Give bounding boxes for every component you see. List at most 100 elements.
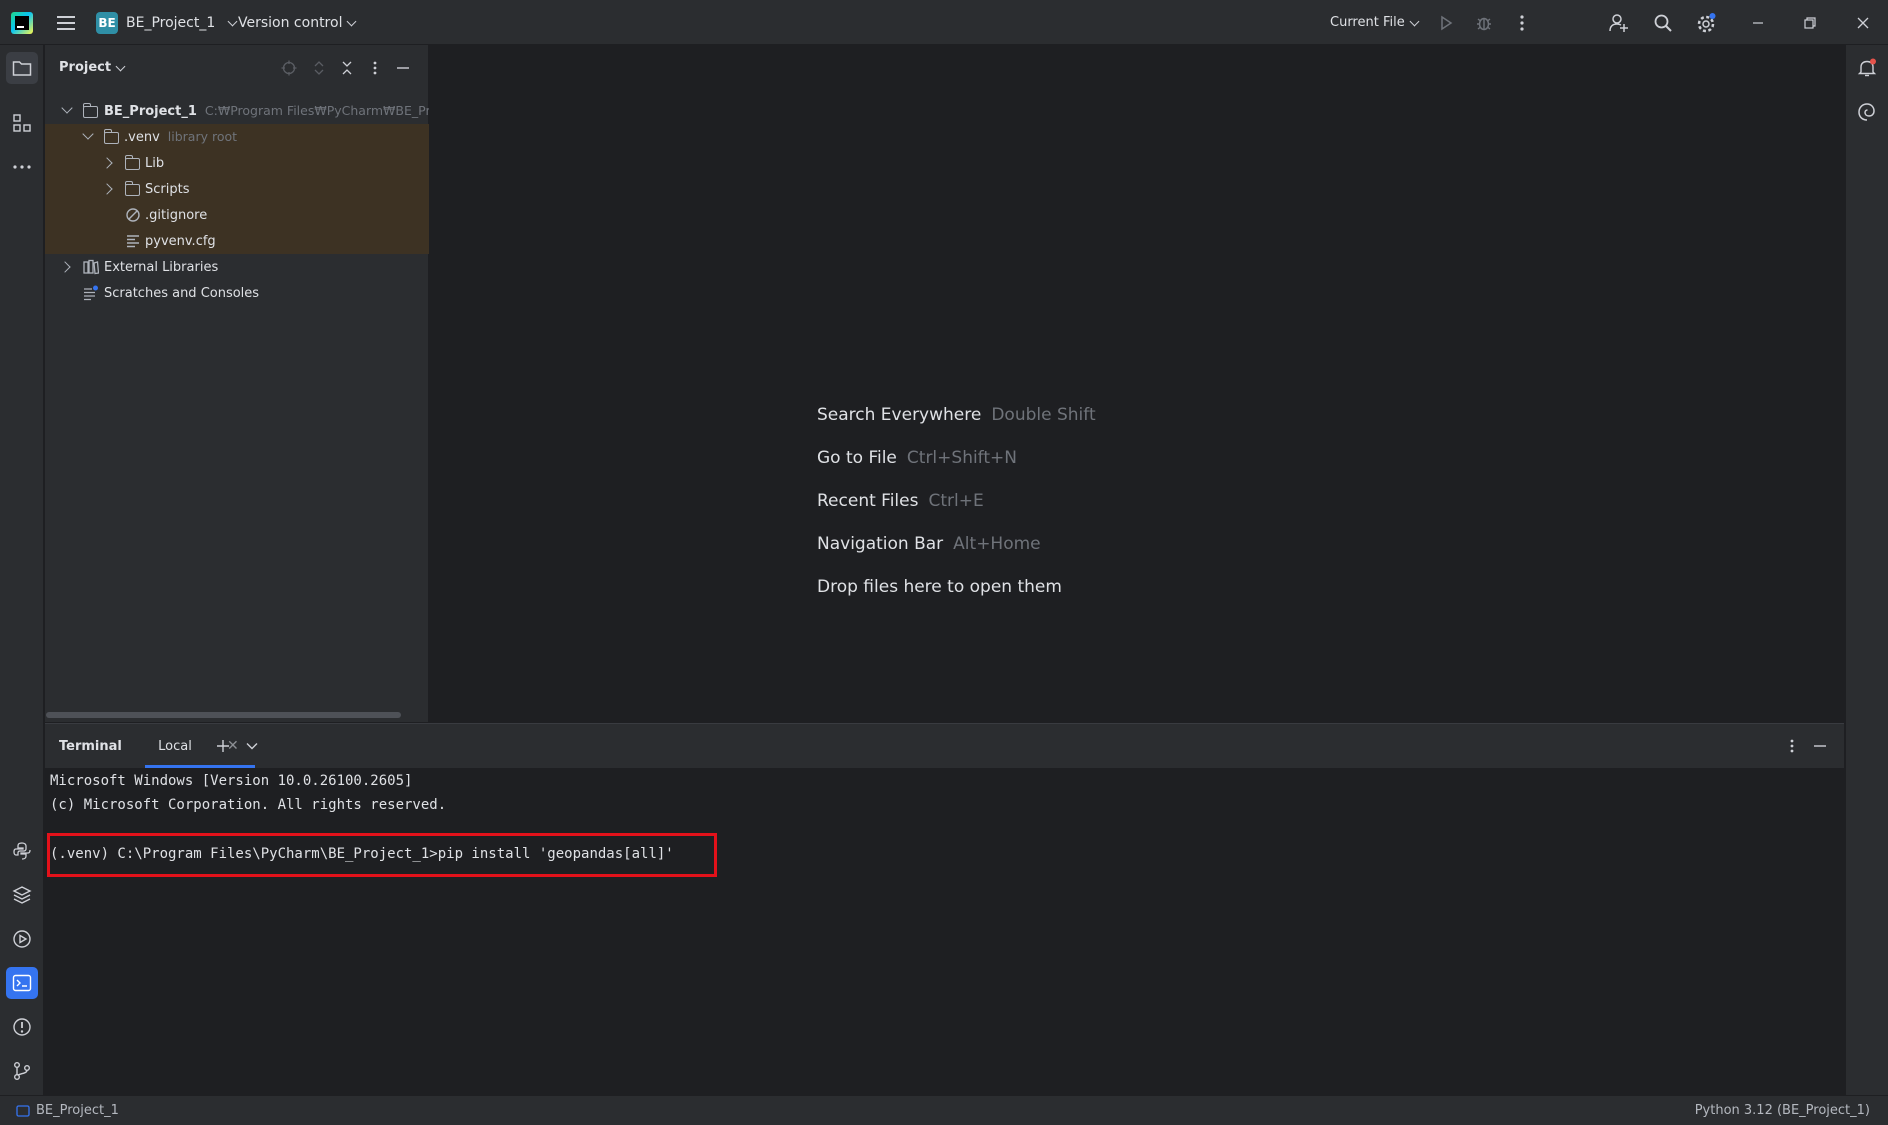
hint-shortcut: Ctrl+Shift+N <box>906 448 1017 468</box>
select-opened-file-target-icon[interactable] <box>277 56 301 80</box>
interpreter-label: Python 3.12 (BE_Project_1) <box>1694 1103 1870 1118</box>
tree-item-path: C:₩Program Files₩PyCharm₩BE_Project_1 <box>204 103 429 118</box>
structure-icon[interactable] <box>6 107 38 139</box>
project-name: BE_Project_1 <box>126 14 216 31</box>
tree-item-scratches-and-consoles[interactable]: Scratches and Consoles <box>45 280 429 306</box>
left-tool-window-bar <box>0 45 44 1095</box>
hint-action: Drop files here to open them <box>817 577 1062 597</box>
terminal-tab-local[interactable]: Local ✕ <box>145 724 255 768</box>
hide-panel-icon[interactable] <box>391 56 415 80</box>
debug-icon[interactable] <box>1469 8 1499 38</box>
collapse-all-icon[interactable] <box>335 56 359 80</box>
git-branch-icon[interactable] <box>6 1055 38 1087</box>
chevron-down-icon[interactable] <box>82 128 94 140</box>
terminal-command-line[interactable]: (.venv) C:\Program Files\PyCharm\BE_Proj… <box>50 846 674 862</box>
terminal-line: (c) Microsoft Corporation. All rights re… <box>50 797 447 813</box>
folder-icon <box>124 181 140 196</box>
chevron-down-icon <box>115 61 126 71</box>
terminal-tab-label: Local <box>158 739 192 754</box>
tree-item-venv[interactable]: .venv library root <box>45 124 429 150</box>
project-switcher[interactable]: BE BE_Project_1 <box>96 9 238 36</box>
main-menu-icon[interactable] <box>52 0 80 45</box>
run-config-label: Current File <box>1330 15 1405 30</box>
terminal-header: Terminal Local ✕ <box>45 724 1844 768</box>
run-configuration-selector[interactable]: Current File <box>1330 9 1420 36</box>
chevron-down-icon <box>227 16 238 26</box>
restore-window-icon[interactable] <box>1795 8 1825 38</box>
project-view-selector[interactable]: Project <box>59 60 126 75</box>
tree-item-gitignore[interactable]: .gitignore <box>45 202 429 228</box>
tree-item-pyvenv-cfg[interactable]: pyvenv.cfg <box>45 228 429 254</box>
problems-icon[interactable] <box>6 1011 38 1043</box>
library-icon <box>83 259 99 275</box>
folder-icon <box>103 129 119 144</box>
python-interpreter-selector[interactable]: Python 3.12 (BE_Project_1) <box>1695 1103 1870 1118</box>
chevron-right-icon[interactable] <box>59 261 71 273</box>
tree-item-lib[interactable]: Lib <box>45 150 429 176</box>
hint-recent-files: Recent Files Ctrl+E <box>817 491 984 511</box>
title-bar: BE BE_Project_1 Version control Current … <box>0 0 1888 45</box>
tree-item-project-root[interactable]: BE_Project_1 C:₩Program Files₩PyCharm₩BE_… <box>45 98 429 124</box>
close-window-icon[interactable] <box>1848 8 1878 38</box>
python-console-icon[interactable] <box>6 835 38 867</box>
terminal-output[interactable]: Microsoft Windows [Version 10.0.26100.26… <box>45 768 1844 1096</box>
hint-search-everywhere: Search Everywhere Double Shift <box>817 405 1096 425</box>
more-actions-icon[interactable] <box>1507 8 1537 38</box>
minimize-window-icon[interactable] <box>1743 8 1773 38</box>
scratches-icon <box>83 285 99 301</box>
status-project-name: BE_Project_1 <box>36 1103 119 1118</box>
ai-assistant-spiral-icon[interactable] <box>1851 96 1883 128</box>
more-tool-windows-icon[interactable] <box>6 151 38 183</box>
tree-item-label: Lib <box>145 155 165 171</box>
tree-item-scripts[interactable]: Scripts <box>45 176 429 202</box>
hint-action: Recent Files <box>817 491 919 511</box>
chevron-down-icon <box>1409 16 1420 26</box>
config-file-icon <box>126 234 140 248</box>
expand-all-icon[interactable] <box>307 56 331 80</box>
python-packages-layers-icon[interactable] <box>6 879 38 911</box>
chevron-down-icon <box>347 16 357 26</box>
tree-item-external-libraries[interactable]: External Libraries <box>45 254 429 280</box>
search-icon[interactable] <box>1648 8 1678 38</box>
new-terminal-plus-icon[interactable] <box>211 734 235 758</box>
services-run-icon[interactable] <box>6 923 38 955</box>
hint-shortcut: Alt+Home <box>953 534 1041 554</box>
terminal-tool-window: Terminal Local ✕ Microsoft Windows [Vers… <box>45 723 1844 1095</box>
code-with-me-icon[interactable] <box>1604 8 1634 38</box>
pycharm-logo-icon[interactable] <box>8 0 36 45</box>
project-horizontal-scrollbar[interactable] <box>46 712 401 718</box>
chevron-right-icon[interactable] <box>101 183 113 195</box>
tree-item-label: .gitignore <box>145 207 208 223</box>
terminal-icon[interactable] <box>6 967 38 999</box>
tree-item-label: External Libraries <box>104 259 219 275</box>
version-control-menu[interactable]: Version control <box>238 9 357 36</box>
chevron-right-icon[interactable] <box>101 157 113 169</box>
hint-action: Navigation Bar <box>817 534 944 554</box>
hint-go-to-file: Go to File Ctrl+Shift+N <box>817 448 1017 468</box>
version-control-label: Version control <box>238 14 343 31</box>
hint-action: Go to File <box>817 448 897 468</box>
hide-terminal-icon[interactable] <box>1808 734 1832 758</box>
panel-options-icon[interactable] <box>363 56 387 80</box>
notifications-bell-icon[interactable] <box>1851 52 1883 84</box>
project-panel-header: Project <box>45 45 429 91</box>
status-project-breadcrumb[interactable]: BE_Project_1 <box>16 1103 119 1118</box>
terminal-options-chevron-down-icon[interactable] <box>240 734 264 758</box>
terminal-title: Terminal <box>59 739 122 754</box>
terminal-more-options-icon[interactable] <box>1780 734 1804 758</box>
tree-item-label: .venv <box>124 130 160 145</box>
tree-item-label: Scratches and Consoles <box>104 285 260 301</box>
terminal-line: Microsoft Windows [Version 10.0.26100.26… <box>50 773 413 789</box>
chevron-down-icon[interactable] <box>61 102 73 114</box>
ignored-file-icon <box>125 207 141 223</box>
status-bar: BE_Project_1 Python 3.12 (BE_Project_1) <box>0 1095 1888 1125</box>
folder-icon <box>82 103 98 118</box>
editor-empty-state: Search Everywhere Double Shift Go to File… <box>430 45 1844 722</box>
settings-gear-icon[interactable] <box>1691 8 1721 38</box>
run-icon[interactable] <box>1431 8 1461 38</box>
right-tool-window-bar <box>1845 45 1888 1095</box>
project-tool-folder-icon[interactable] <box>6 52 38 84</box>
tree-item-label: BE_Project_1 <box>104 104 197 119</box>
hint-drop-files: Drop files here to open them <box>817 577 1062 597</box>
tree-item-hint: library root <box>167 129 238 144</box>
